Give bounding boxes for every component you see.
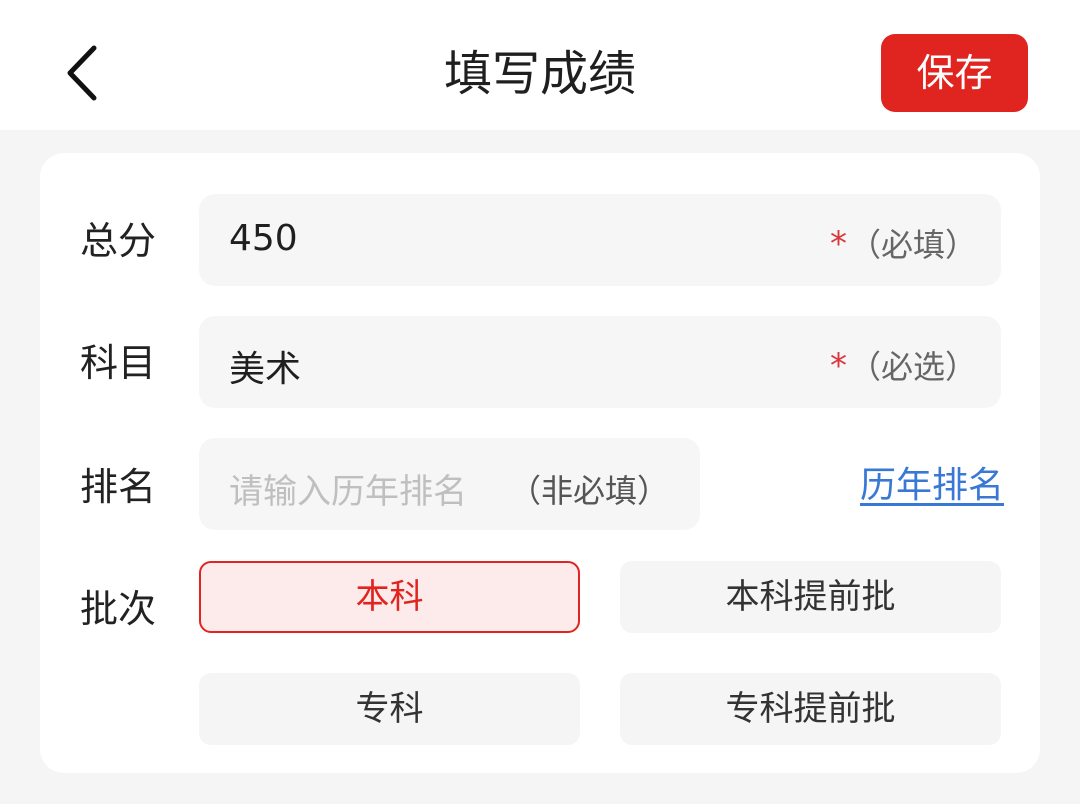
batch-option-undergrad[interactable]: 本科: [199, 561, 580, 633]
batch-option-college-early[interactable]: 专科提前批: [620, 673, 1001, 745]
total-score-value: 450: [229, 218, 298, 259]
optional-hint: （非必填）: [509, 472, 670, 510]
subject-select[interactable]: 美术 * （必选）: [199, 316, 1001, 408]
rank-placeholder: 请输入历年排名: [229, 472, 467, 512]
total-score-field[interactable]: 450 * （必填）: [199, 194, 1001, 286]
required-hint: （必选）: [849, 348, 978, 386]
save-button[interactable]: 保存: [881, 34, 1028, 112]
top-bar: 填写成绩 保存: [0, 0, 1080, 130]
batch-option-college[interactable]: 专科: [199, 673, 580, 745]
required-hint: （必填）: [849, 226, 978, 264]
required-mark: *: [830, 224, 847, 264]
historical-rank-link[interactable]: 历年排名: [860, 462, 1004, 510]
total-score-label: 总分: [80, 219, 157, 263]
rank-label: 排名: [80, 465, 157, 509]
batch-label: 批次: [80, 587, 157, 631]
rank-input[interactable]: 请输入历年排名 （非必填）: [199, 438, 700, 530]
subject-label: 科目: [80, 341, 157, 385]
subject-value: 美术: [229, 349, 302, 390]
batch-option-undergrad-early[interactable]: 本科提前批: [620, 561, 1001, 633]
required-mark: *: [830, 346, 847, 386]
